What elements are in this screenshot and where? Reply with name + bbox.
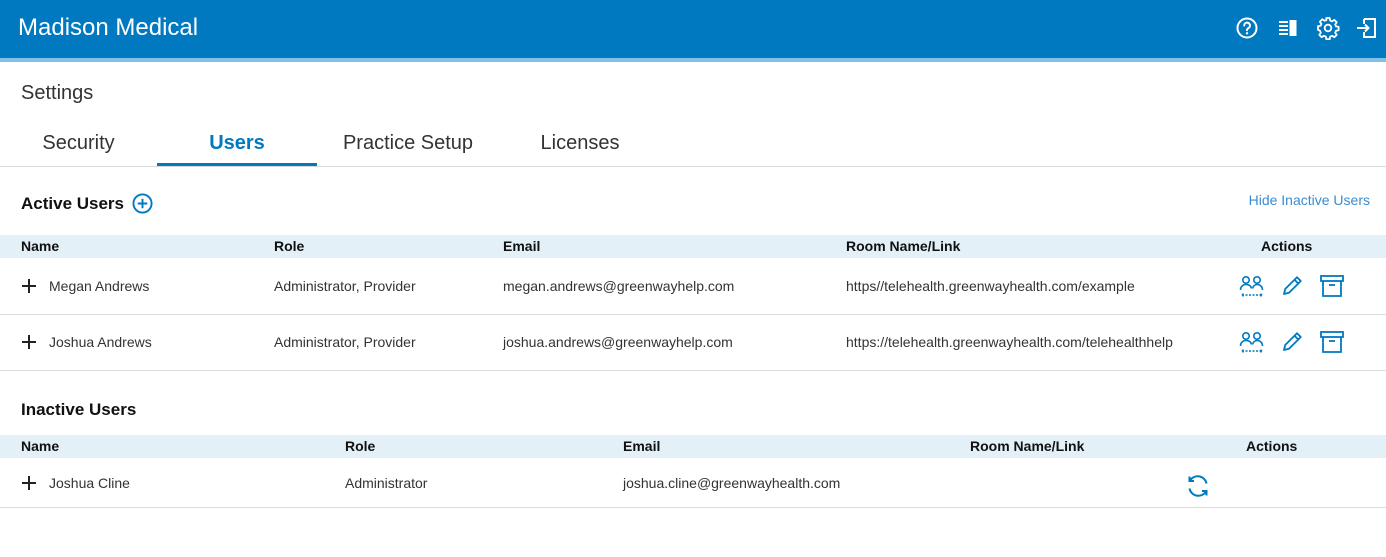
user-name: Joshua Cline — [49, 475, 130, 491]
help-icon[interactable] — [1235, 16, 1259, 40]
column-header-actions: Actions — [1261, 238, 1313, 254]
expand-row-icon[interactable] — [21, 334, 37, 350]
user-email: megan.andrews@greenwayhelp.com — [503, 278, 735, 294]
tab-security[interactable]: Security — [0, 122, 157, 166]
user-role: Administrator, Provider — [274, 334, 416, 350]
user-room-link[interactable]: https//telehealth.greenwayhealth.com/exa… — [846, 278, 1135, 294]
book-icon[interactable] — [1276, 16, 1300, 40]
user-email: joshua.cline@greenwayhealth.com — [623, 475, 841, 491]
app-title: Madison Medical — [18, 14, 199, 41]
tab-users[interactable]: Users — [157, 122, 317, 166]
edit-pencil-icon[interactable] — [1279, 273, 1305, 299]
column-header-name: Name — [21, 238, 60, 254]
user-name: Megan Andrews — [49, 278, 150, 294]
column-header-name: Name — [21, 438, 60, 454]
hide-inactive-users-link[interactable]: Hide Inactive Users — [1249, 192, 1370, 208]
tab-practice-setup[interactable]: Practice Setup — [317, 122, 499, 166]
reactivate-refresh-icon[interactable] — [1185, 473, 1211, 499]
inactive-users-table-header: Name Role Email Room Name/Link Actions — [0, 435, 1386, 458]
table-row: Megan Andrews Administrator, Provider me… — [0, 258, 1386, 315]
column-header-role: Role — [345, 438, 376, 454]
active-users-title: Active Users — [21, 194, 125, 213]
add-user-button[interactable] — [132, 193, 153, 214]
column-header-email: Email — [503, 238, 541, 254]
tab-licenses[interactable]: Licenses — [499, 122, 661, 166]
header-accent-stripe — [0, 58, 1386, 62]
user-role: Administrator, Provider — [274, 278, 416, 294]
column-header-actions: Actions — [1246, 438, 1298, 454]
page-title: Settings — [21, 82, 94, 104]
edit-pencil-icon[interactable] — [1279, 329, 1305, 355]
column-header-room: Room Name/Link — [970, 438, 1085, 454]
user-name: Joshua Andrews — [49, 334, 152, 350]
inactive-users-title: Inactive Users — [21, 400, 137, 419]
settings-tabs: Security Users Practice Setup Licenses — [0, 122, 1386, 167]
column-header-email: Email — [623, 438, 661, 454]
archive-icon[interactable] — [1319, 329, 1345, 355]
archive-icon[interactable] — [1319, 273, 1345, 299]
column-header-room: Room Name/Link — [846, 238, 961, 254]
switch-users-icon[interactable] — [1239, 329, 1265, 355]
gear-icon[interactable] — [1316, 16, 1340, 40]
table-row: Joshua Cline Administrator joshua.cline@… — [0, 458, 1386, 508]
expand-row-icon[interactable] — [21, 278, 37, 294]
active-users-table-header: Name Role Email Room Name/Link Actions — [0, 235, 1386, 258]
user-role: Administrator — [345, 475, 428, 491]
column-header-role: Role — [274, 238, 305, 254]
sign-out-icon[interactable] — [1355, 16, 1379, 40]
app-header: Madison Medical — [0, 0, 1386, 58]
user-room-link[interactable]: https://telehealth.greenwayhealth.com/te… — [846, 334, 1173, 350]
table-row: Joshua Andrews Administrator, Provider j… — [0, 315, 1386, 371]
expand-row-icon[interactable] — [21, 475, 37, 491]
user-email: joshua.andrews@greenwayhelp.com — [503, 334, 733, 350]
switch-users-icon[interactable] — [1239, 273, 1265, 299]
